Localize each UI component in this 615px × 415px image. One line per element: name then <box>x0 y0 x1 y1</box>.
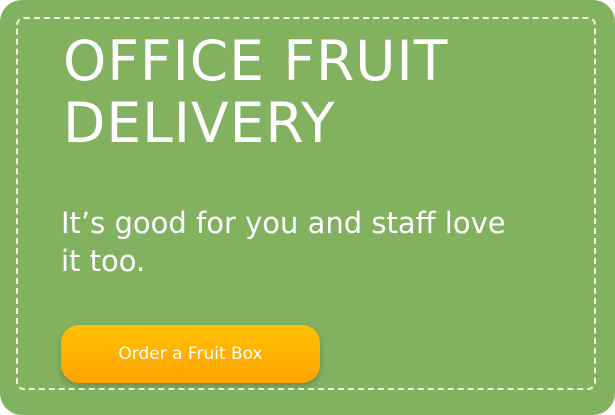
title-line-2: DELIVERY <box>63 91 336 155</box>
promo-card: OFFICE FRUIT DELIVERY It’s good for you … <box>0 0 615 415</box>
title-line-1: OFFICE FRUIT <box>63 29 449 93</box>
banner-subtitle: It’s good for you and staff love it too. <box>61 206 506 278</box>
order-fruit-box-button[interactable]: Order a Fruit Box <box>61 325 320 383</box>
banner-title: OFFICE FRUIT DELIVERY <box>63 30 448 154</box>
